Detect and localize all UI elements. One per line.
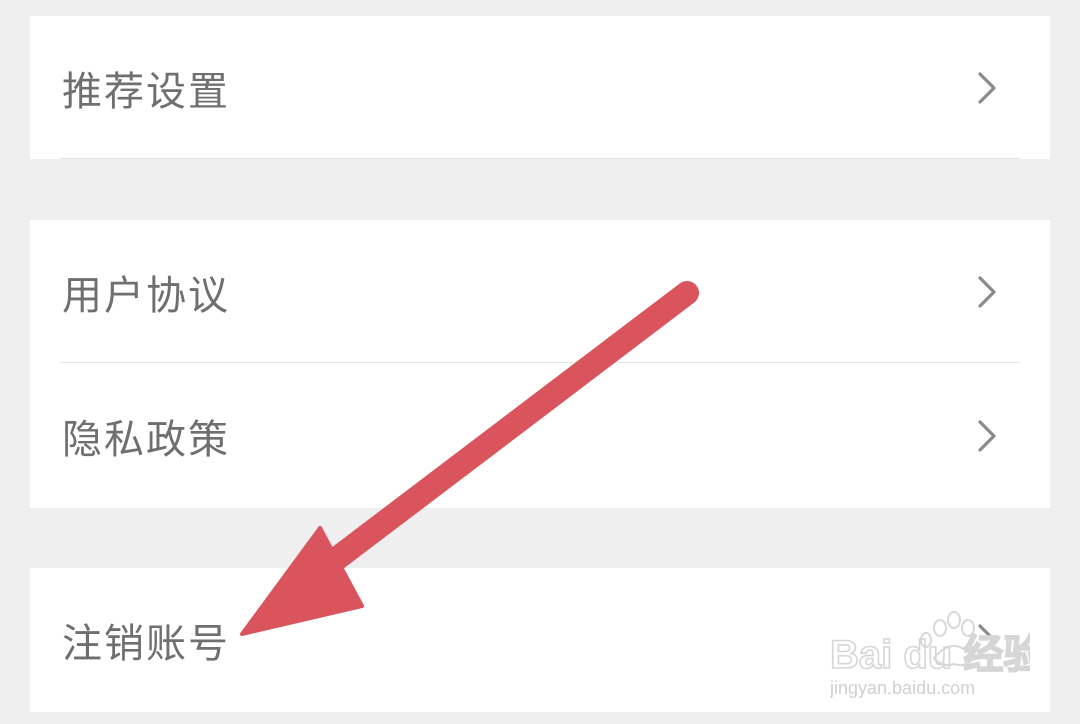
chevron-right-icon [978, 420, 996, 452]
delete-account-item[interactable]: 注销账号 [30, 568, 1050, 712]
settings-group-legal: 用户协议 隐私政策 [30, 220, 1050, 508]
privacy-policy-label: 隐私政策 [62, 417, 230, 463]
settings-group-account: 注销账号 [30, 568, 1050, 712]
divider [60, 362, 1020, 363]
chevron-right-icon [978, 624, 996, 656]
recommend-settings-item[interactable]: 推荐设置 [30, 16, 1050, 160]
delete-account-label: 注销账号 [62, 621, 230, 667]
user-agreement-item[interactable]: 用户协议 [30, 220, 1050, 364]
recommend-settings-label: 推荐设置 [62, 69, 230, 115]
settings-group-recommend: 推荐设置 [30, 16, 1050, 159]
privacy-policy-item[interactable]: 隐私政策 [30, 364, 1050, 508]
user-agreement-label: 用户协议 [62, 273, 230, 319]
chevron-right-icon [978, 276, 996, 308]
chevron-right-icon [978, 72, 996, 104]
divider [60, 158, 1020, 159]
